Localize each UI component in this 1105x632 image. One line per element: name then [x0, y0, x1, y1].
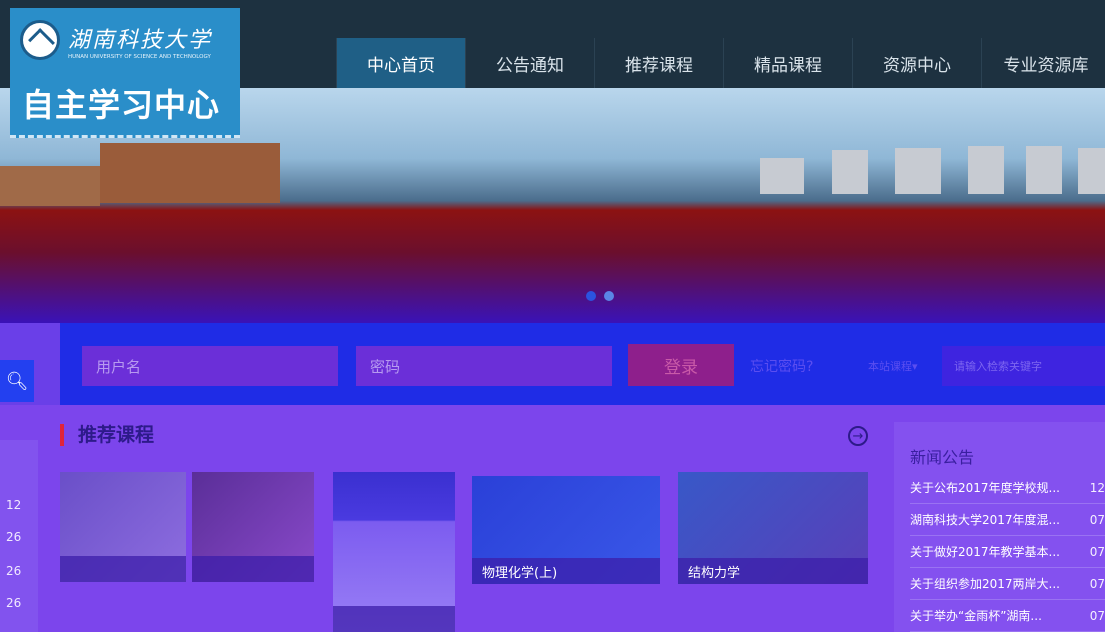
left-number: 12: [6, 498, 22, 512]
news-item-date: 07: [1089, 576, 1105, 591]
page: 中心首页 公告通知 推荐课程 精品课程 资源中心 专业资源库 湖南科技大学 HU…: [0, 0, 1105, 632]
slider-dots: [586, 291, 614, 301]
course-card[interactable]: [60, 472, 186, 582]
news-title: 新闻公告: [910, 448, 975, 467]
section-title: 推荐课程: [60, 424, 154, 446]
course-card-label: [333, 606, 455, 632]
course-card[interactable]: 结构力学: [678, 472, 868, 584]
university-seal-icon: [20, 20, 60, 60]
news-item-date: 12: [1089, 480, 1105, 495]
news-item[interactable]: 关于做好2017年教学基本... 07: [910, 536, 1105, 568]
campus-building: [100, 143, 280, 203]
search-icon[interactable]: 🔍︎: [0, 360, 34, 402]
news-item-date: 07: [1089, 608, 1105, 623]
news-panel: 新闻公告 关于公布2017年度学校规... 12 湖南科技大学2017年度混...…: [894, 422, 1105, 632]
course-card-label: 物理化学(上): [472, 558, 660, 584]
city-tower: [895, 148, 941, 194]
left-number: 26: [6, 564, 22, 578]
nav-item-notices[interactable]: 公告通知: [465, 38, 594, 88]
login-button[interactable]: 登录: [628, 344, 734, 386]
news-item-text: 关于举办“金雨杯”湖南...: [910, 609, 1042, 623]
more-arrow-icon[interactable]: →: [848, 426, 868, 446]
news-item-text: 湖南科技大学2017年度混...: [910, 513, 1060, 527]
news-item-date: 07: [1089, 544, 1105, 559]
news-item-date: 07: [1089, 512, 1105, 527]
nav-item-quality-courses[interactable]: 精品课程: [723, 38, 852, 88]
city-tower: [832, 150, 868, 194]
left-column: 12 26 26 26: [0, 440, 38, 632]
search-scope-select[interactable]: 本站课程▾: [868, 358, 918, 374]
left-number: 26: [6, 596, 22, 610]
nav-item-home[interactable]: 中心首页: [336, 38, 465, 88]
news-item-text: 关于组织参加2017两岸大...: [910, 577, 1060, 591]
slider-dot[interactable]: [586, 291, 596, 301]
city-tower: [760, 158, 804, 194]
city-tower: [1078, 148, 1105, 194]
city-tower: [1026, 146, 1062, 194]
news-item[interactable]: 关于组织参加2017两岸大... 07: [910, 568, 1105, 600]
nav-item-recommended-courses[interactable]: 推荐课程: [594, 38, 723, 88]
news-item-text: 关于做好2017年教学基本...: [910, 545, 1060, 559]
site-title: 自主学习中心: [22, 86, 221, 124]
course-card-label: 结构力学: [678, 558, 868, 584]
campus-building: [0, 166, 100, 206]
slider-dot[interactable]: [604, 291, 614, 301]
course-card-label: [60, 556, 186, 582]
university-name-cn: 湖南科技大学: [68, 28, 213, 53]
university-name-en: HUNAN UNIVERSITY OF SCIENCE AND TECHNOLO…: [68, 54, 211, 60]
username-field[interactable]: 用户名: [82, 346, 338, 386]
course-card[interactable]: [192, 472, 314, 582]
news-item[interactable]: 关于举办“金雨杯”湖南... 07: [910, 600, 1105, 632]
site-logo[interactable]: 湖南科技大学 HUNAN UNIVERSITY OF SCIENCE AND T…: [10, 8, 240, 138]
course-card-label: [192, 556, 314, 582]
nav-item-professional-library[interactable]: 专业资源库: [981, 38, 1105, 88]
password-field[interactable]: 密码: [356, 346, 612, 386]
news-item[interactable]: 关于公布2017年度学校规... 12: [910, 472, 1105, 504]
left-number: 26: [6, 530, 22, 544]
course-card[interactable]: [333, 472, 455, 632]
nav-item-resource-center[interactable]: 资源中心: [852, 38, 981, 88]
forgot-password-link[interactable]: 忘记密码?: [750, 356, 813, 376]
news-item[interactable]: 湖南科技大学2017年度混... 07: [910, 504, 1105, 536]
city-tower: [968, 146, 1004, 194]
keyword-search-input[interactable]: 请输入检索关键字: [942, 346, 1105, 386]
main-nav: 中心首页 公告通知 推荐课程 精品课程 资源中心 专业资源库: [336, 38, 1105, 88]
news-item-text: 关于公布2017年度学校规...: [910, 481, 1060, 495]
course-card[interactable]: 物理化学(上): [472, 476, 660, 584]
